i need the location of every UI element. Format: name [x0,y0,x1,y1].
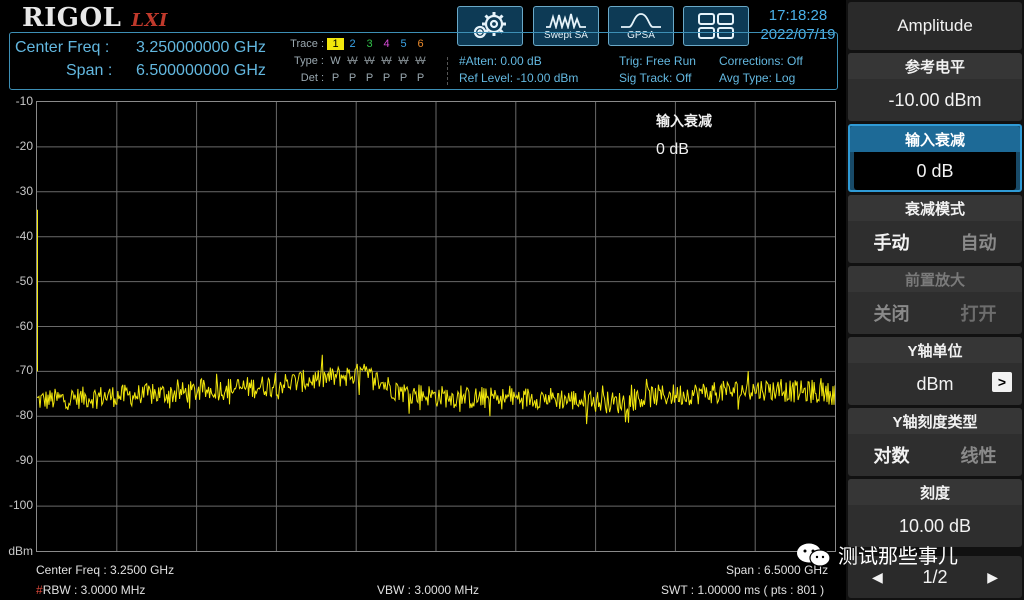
span-label: Span : [66,62,113,79]
input-atten-label: 输入衰减 [850,126,1020,152]
atten-mode-auto[interactable]: 自动 [961,229,997,255]
trace-4[interactable]: 4 [378,38,395,50]
atten-status: #Atten: 0.00 dB [459,54,542,68]
measurement-info-box: Center Freq : 3.250000000 GHz Span : 6.5… [9,32,838,90]
y-scale-log[interactable]: 对数 [874,442,910,468]
lxi-logo: LXI [131,10,168,31]
y-axis-label: -60 [15,318,33,333]
trace-5-det: P [399,72,408,84]
y-axis-unit: dBm [8,544,33,558]
y-axis-label: -10 [15,94,33,108]
scale-div-label: 刻度 [848,479,1022,505]
ref-level-status: Ref Level: -10.00 dBm [459,71,579,85]
trace-1-det: P [331,72,340,84]
page-indicator: 1/2 [922,566,948,587]
wechat-icon [797,543,831,567]
trace-1[interactable]: 1 [327,38,344,50]
trace-1-type: W [330,55,341,67]
y-unit-softkey[interactable]: Y轴单位 dBm > [848,337,1022,405]
span-value[interactable]: 6.500000000 GHz [136,62,266,80]
input-atten-value: 0 dB [854,152,1016,190]
bottom-swt: SWT : 1.00000 ms ( pts : 801 ) [661,583,825,597]
preamp-off[interactable]: 关闭 [874,300,910,326]
page-prev-icon[interactable]: ◀ [872,569,883,586]
trace-2-type: W [347,55,358,67]
ref-level-softkey[interactable]: 参考电平 -10.00 dBm [848,53,1022,121]
y-axis-label: -90 [15,453,33,468]
rigol-logo: RIGOL LXI [22,3,168,33]
trigger-status: Trig: Free Run [619,54,696,68]
y-axis-label: -80 [15,408,33,423]
y-unit-label: Y轴单位 [848,337,1022,363]
page-next-icon[interactable]: ▶ [987,569,998,586]
y-scale-type-label: Y轴刻度类型 [848,408,1022,434]
softkey-panel: Amplitude 参考电平 -10.00 dBm 输入衰减 0 dB 衰减模式… [846,0,1024,600]
swept-spectrum-icon [546,13,586,29]
bottom-vbw: VBW : 3.0000 MHz [377,583,480,597]
trace-5-type: W [398,55,409,67]
y-scale-linear[interactable]: 线性 [961,442,997,468]
bottom-center-freq: Center Freq : 3.2500 GHz [36,563,175,577]
center-freq-value[interactable]: 3.250000000 GHz [136,39,266,57]
center-freq-label: Center Freq : [15,39,110,56]
trace-type-row: Type :WWWWWW [280,55,429,67]
amplitude-menu-title: Amplitude [848,2,1022,50]
trace-2[interactable]: 2 [344,38,361,50]
trace-6-det: P [416,72,425,84]
trace-4-det: P [382,72,391,84]
ref-level-value: -10.00 dBm [888,89,982,110]
y-axis-label: -20 [15,138,33,153]
scale-div-softkey[interactable]: 刻度 10.00 dB [848,479,1022,547]
trace-3-det: P [365,72,374,84]
graticule-grid [37,102,835,551]
input-atten-annotation-title: 输入衰减 [656,113,712,129]
avg-type-status: Avg Type: Log [719,71,796,85]
bottom-rbw: #RBW : 3.0000 MHz [36,583,146,597]
trace-2-det: P [348,72,357,84]
preamp-label: 前置放大 [848,266,1022,292]
signal-track-status: Sig Track: Off [619,71,692,85]
ref-level-label: 参考电平 [848,53,1022,79]
corrections-status: Corrections: Off [719,54,803,68]
y-axis-label: -40 [15,228,33,243]
input-atten-softkey[interactable]: 输入衰减 0 dB [848,124,1022,192]
y-axis-label: -100 [8,498,33,513]
watermark-text: 测试那些事儿 [838,546,958,568]
chevron-right-icon: > [992,372,1012,392]
watermark: 测试那些事儿 [796,540,958,569]
gpsa-bell-icon [621,13,661,28]
atten-mode-label: 衰减模式 [848,195,1022,221]
trace-detector-row: Det :PPPPPP [280,72,429,84]
top-bar: RIGOL LXI Swept SA GPSA 17:18:28 2022/07… [0,0,846,92]
trace-6[interactable]: 6 [412,38,429,50]
y-axis-label: -50 [15,273,33,288]
trace-6-type: W [415,55,426,67]
atten-mode-softkey[interactable]: 衰减模式 手动 自动 [848,195,1022,263]
trace-number-row: Trace :123456 [280,38,429,50]
trace-3[interactable]: 3 [361,38,378,50]
atten-mode-manual[interactable]: 手动 [874,229,910,255]
y-axis-label: -30 [15,183,33,198]
y-axis-label: -70 [15,363,33,378]
input-atten-annotation-value: 0 dB [656,141,689,158]
preamp-on[interactable]: 打开 [961,300,997,326]
preamp-softkey[interactable]: 前置放大 关闭 打开 [848,266,1022,334]
trace-3-type: W [364,55,375,67]
info-divider [447,57,448,85]
y-scale-type-softkey[interactable]: Y轴刻度类型 对数 线性 [848,408,1022,476]
trace-5[interactable]: 5 [395,38,412,50]
trace-4-type: W [381,55,392,67]
clock-time: 17:18:28 [768,7,828,24]
spectrum-graticule[interactable] [36,101,836,552]
